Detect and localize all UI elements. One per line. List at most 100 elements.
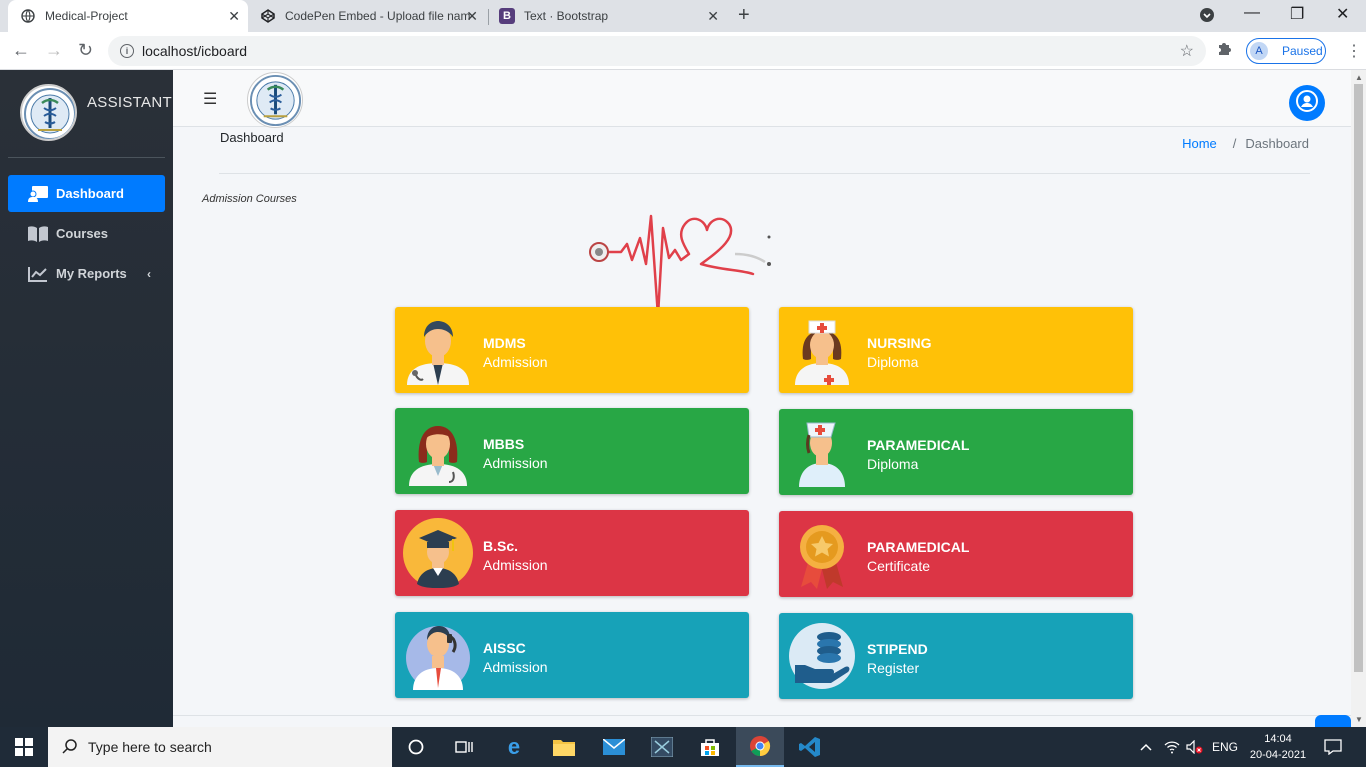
main-content: ☰ Dashboard Home / Dashboard Admission C…	[173, 70, 1351, 731]
reload-icon[interactable]: ↻	[78, 40, 93, 61]
card-subtitle: Admission	[483, 354, 548, 370]
close-window-icon[interactable]: ✕	[1336, 4, 1349, 24]
restore-icon[interactable]: ❐	[1290, 4, 1304, 24]
page-scrollbar[interactable]: ▲ ▼	[1351, 70, 1366, 727]
clock-time: 14:04	[1264, 733, 1292, 745]
card-text: AISSC Admission	[483, 639, 548, 677]
card-title: MBBS	[483, 436, 525, 452]
user-circle-icon	[1296, 89, 1318, 117]
taskbar-search-box[interactable]: Type here to search	[48, 727, 392, 767]
brand-logo	[20, 84, 77, 141]
sidebar-item-label: My Reports	[56, 266, 127, 281]
doctor-male-icon	[403, 315, 473, 385]
doctor-female-icon	[403, 416, 473, 486]
sidebar-item-my-reports[interactable]: My Reports ‹	[8, 255, 165, 292]
language-indicator[interactable]: ENG	[1212, 727, 1238, 767]
hamburger-menu-icon[interactable]: ☰	[203, 89, 217, 109]
chart-line-icon	[28, 266, 48, 282]
card-text: PARAMEDICAL Certificate	[867, 538, 969, 576]
book-icon	[28, 225, 48, 242]
course-card-paramedical-certificate[interactable]: PARAMEDICAL Certificate	[779, 511, 1133, 597]
card-subtitle: Register	[867, 660, 920, 676]
close-tab-icon[interactable]: ✕	[466, 8, 478, 25]
card-title: MDMS	[483, 335, 526, 351]
profile-button[interactable]: A Paused	[1246, 38, 1326, 64]
heartbeat-stethoscope-illustration	[585, 190, 790, 318]
task-view-icon[interactable]	[440, 727, 488, 767]
card-title: NURSING	[867, 335, 932, 351]
card-title: STIPEND	[867, 641, 928, 657]
wifi-icon[interactable]	[1164, 727, 1180, 767]
vscode-icon[interactable]	[786, 727, 834, 767]
scrollbar-thumb[interactable]	[1354, 84, 1363, 672]
tab-search-chevron-icon[interactable]	[1199, 7, 1215, 28]
browser-tab-medical-project[interactable]: Medical-Project ✕	[8, 0, 248, 32]
bookmark-star-icon[interactable]: ☆	[1180, 41, 1194, 61]
site-info-icon[interactable]: i	[120, 44, 134, 58]
volume-muted-icon[interactable]	[1186, 727, 1204, 767]
close-tab-icon[interactable]: ✕	[228, 8, 240, 25]
address-bar[interactable]: i localhost/icboard ☆	[108, 36, 1206, 66]
browser-tab-bar: Medical-Project ✕ CodePen Embed - Upload…	[0, 0, 1366, 32]
chrome-icon[interactable]	[736, 727, 784, 767]
sidebar-item-label: Dashboard	[56, 186, 124, 201]
close-tab-icon[interactable]: ✕	[707, 8, 719, 25]
sidebar: ASSISTANT Dashboard Courses My Reports ‹	[0, 70, 173, 727]
mail-icon[interactable]	[590, 727, 638, 767]
forward-arrow-icon[interactable]: →	[45, 40, 63, 61]
card-subtitle: Admission	[483, 455, 548, 471]
course-card-nursing[interactable]: NURSING Diploma	[779, 307, 1133, 393]
card-text: MDMS Admission	[483, 334, 548, 372]
back-arrow-icon[interactable]: ←	[12, 40, 30, 61]
sidebar-item-dashboard[interactable]: Dashboard	[8, 175, 165, 212]
course-card-stipend[interactable]: STIPEND Register	[779, 613, 1133, 699]
card-subtitle: Admission	[483, 659, 548, 675]
card-subtitle: Diploma	[867, 354, 919, 370]
show-hidden-icons-chevron-icon[interactable]	[1140, 727, 1152, 767]
card-subtitle: Diploma	[867, 456, 919, 472]
cortana-circle-icon[interactable]	[392, 727, 440, 767]
paramedic-nurse-icon	[787, 417, 857, 487]
snipping-tool-icon[interactable]	[638, 727, 686, 767]
minimize-icon[interactable]: —	[1244, 4, 1260, 22]
browser-menu-icon[interactable]: ⋮	[1346, 41, 1362, 61]
businessman-phone-icon	[403, 620, 473, 690]
brand-title: ASSISTANT	[87, 94, 172, 111]
url-text: localhost/icboard	[142, 43, 248, 59]
course-card-mbbs[interactable]: MBBS Admission	[395, 408, 749, 494]
user-profile-button[interactable]	[1289, 85, 1325, 121]
breadcrumb-home-link[interactable]: Home	[1182, 136, 1217, 151]
medal-icon	[787, 519, 857, 589]
card-title: PARAMEDICAL	[867, 539, 970, 555]
browser-tab-codepen[interactable]: CodePen Embed - Upload file nam ✕	[248, 0, 486, 32]
clock-date: 20-04-2021	[1249, 749, 1307, 761]
sidebar-brand[interactable]: ASSISTANT	[20, 84, 172, 141]
footer-divider	[173, 715, 1351, 716]
course-card-aissc[interactable]: AISSC Admission	[395, 612, 749, 698]
file-explorer-icon[interactable]	[540, 727, 588, 767]
card-text: PARAMEDICAL Diploma	[867, 436, 969, 474]
sidebar-item-courses[interactable]: Courses	[8, 215, 165, 252]
notifications-icon[interactable]	[1324, 727, 1342, 767]
microsoft-store-icon[interactable]	[686, 727, 734, 767]
scroll-down-arrow-icon[interactable]: ▼	[1355, 715, 1363, 724]
course-card-paramedical-diploma[interactable]: PARAMEDICAL Diploma	[779, 409, 1133, 495]
course-card-bsc[interactable]: B.Sc. Admission	[395, 510, 749, 596]
page-title: Dashboard	[220, 130, 284, 145]
system-clock[interactable]: 14:04 20-04-2021	[1246, 731, 1310, 763]
bootstrap-icon: B	[499, 8, 515, 24]
chevron-left-icon: ‹	[147, 266, 151, 281]
tab-label: Medical-Project	[45, 9, 128, 23]
navbar-logo[interactable]	[247, 72, 303, 128]
browser-tab-bootstrap[interactable]: B Text · Bootstrap ✕	[487, 0, 727, 32]
new-tab-plus-icon[interactable]: +	[738, 4, 750, 27]
windows-start-icon[interactable]	[0, 727, 48, 767]
edge-browser-icon[interactable]: e	[490, 727, 538, 767]
breadcrumb-separator: /	[1232, 136, 1237, 151]
card-title: PARAMEDICAL	[867, 437, 970, 453]
scroll-up-arrow-icon[interactable]: ▲	[1355, 73, 1363, 82]
extensions-puzzle-icon[interactable]	[1216, 41, 1232, 62]
course-card-mdms[interactable]: MDMS Admission	[395, 307, 749, 393]
section-label: Admission Courses	[202, 193, 297, 205]
card-subtitle: Admission	[483, 557, 548, 573]
